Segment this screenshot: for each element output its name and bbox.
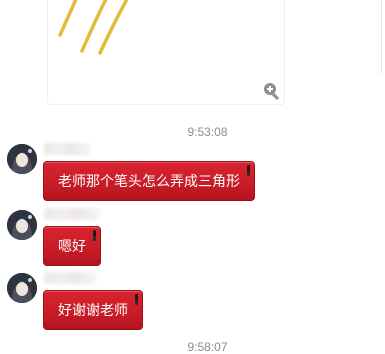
message-bubble[interactable]: 好谢谢老师 [43,290,143,330]
message-timestamp: 9:53:08 [187,125,228,139]
sender-name [44,143,90,155]
message-timestamp: 9:58:07 [187,340,228,354]
image-message[interactable] [47,0,285,105]
avatar[interactable] [7,210,37,240]
avatar[interactable] [7,273,37,303]
bubble-decoration [135,294,138,305]
scrollbar-track[interactable] [381,0,382,74]
message-text: 老师那个笔头怎么弄成三角形 [58,173,240,189]
sketch-image [58,0,128,55]
message-bubble[interactable]: 老师那个笔头怎么弄成三角形 [43,161,255,201]
message-bubble[interactable]: 嗯好 [43,226,101,266]
message-text: 好谢谢老师 [58,302,128,318]
zoom-in-icon[interactable] [262,81,282,101]
bubble-decoration [247,165,250,176]
message-text: 嗯好 [58,238,86,254]
sender-name [44,272,96,284]
bubble-decoration [93,230,96,241]
sender-name [44,208,100,220]
avatar[interactable] [7,144,37,174]
